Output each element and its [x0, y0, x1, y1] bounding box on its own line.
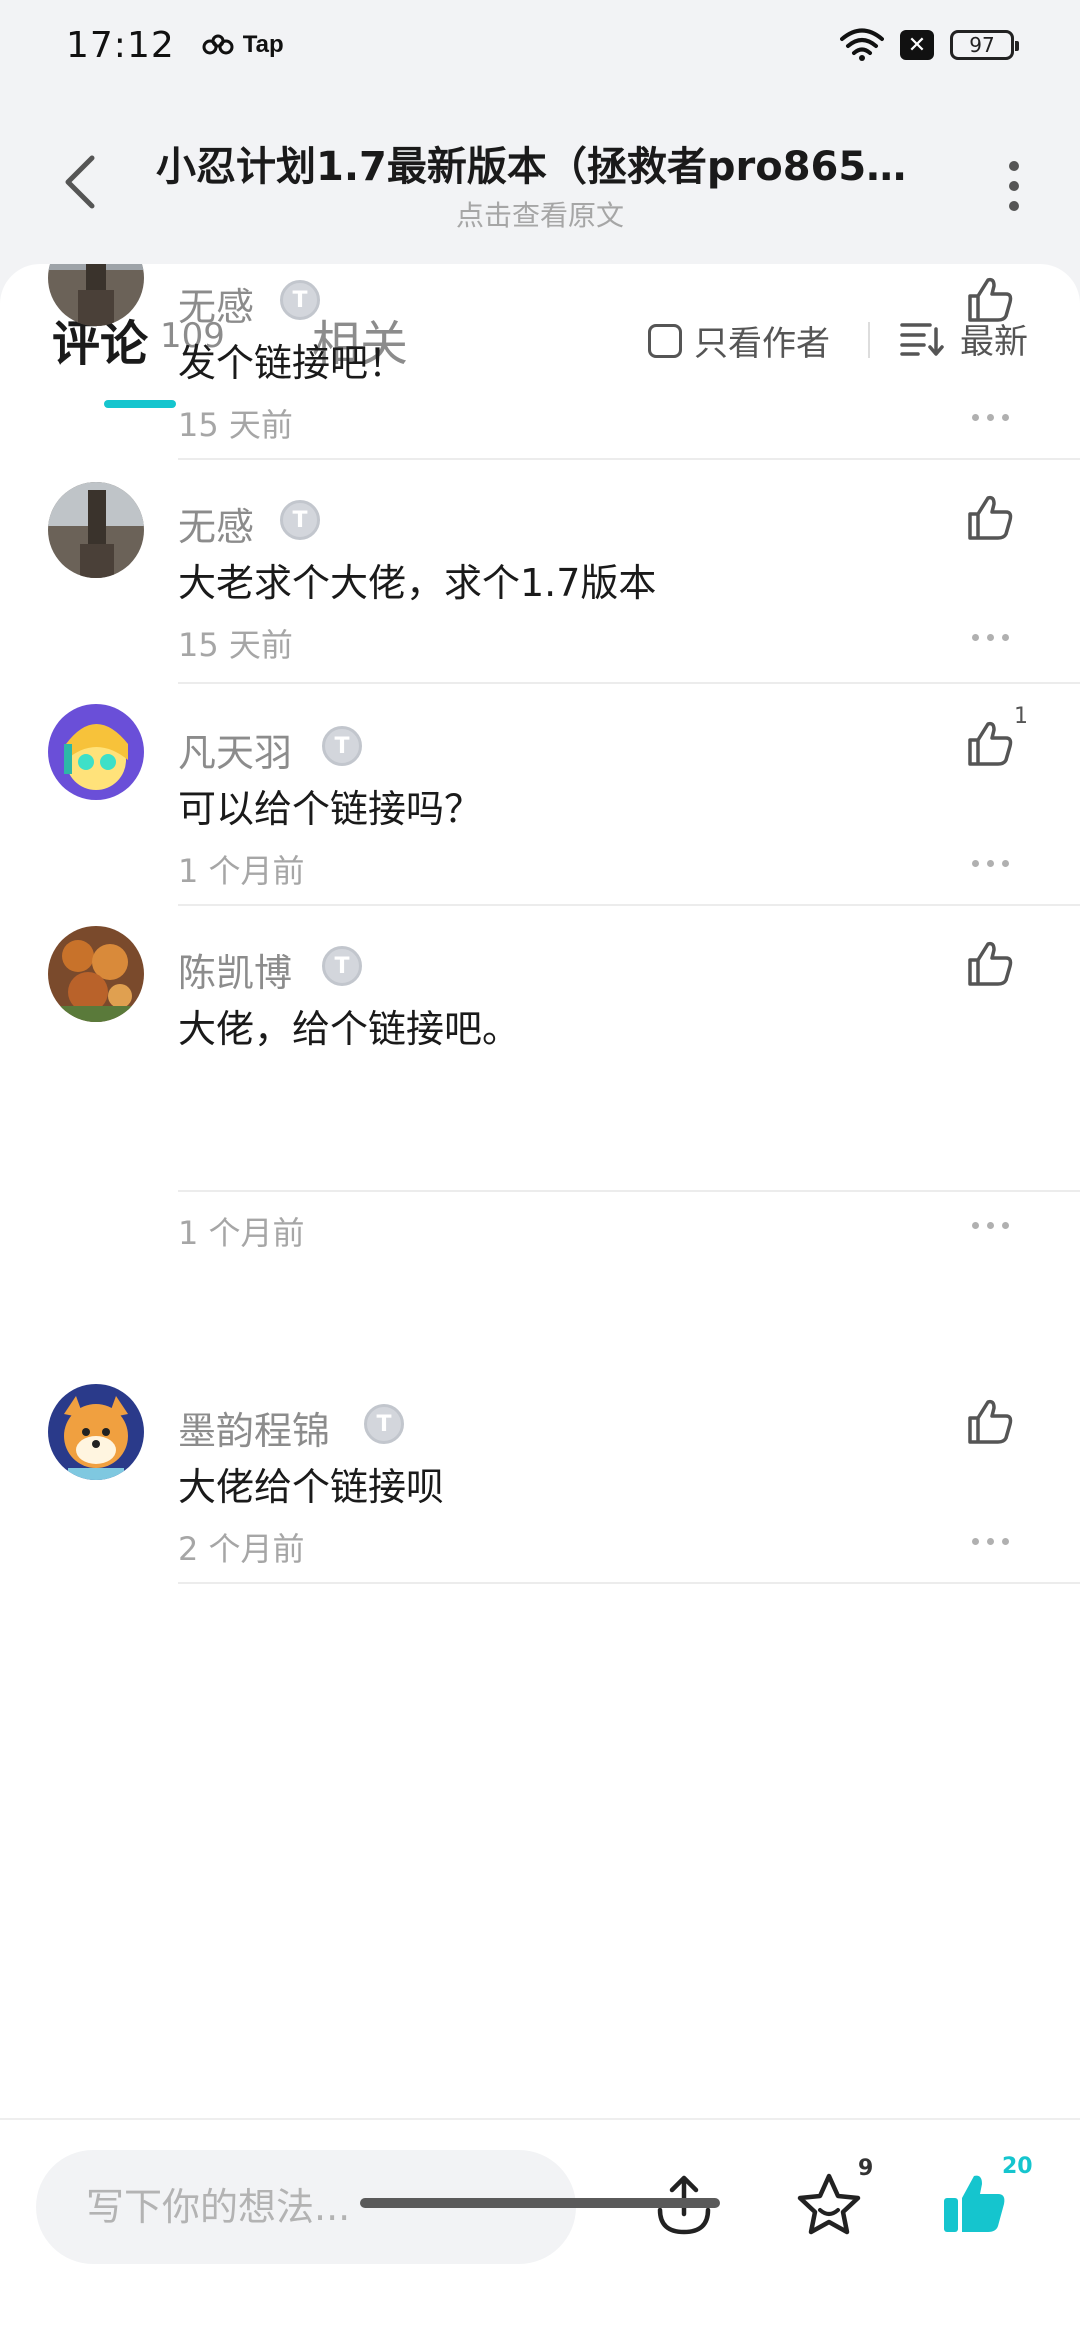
home-indicator[interactable] — [360, 2198, 720, 2208]
battery-icon: 97 — [950, 30, 1019, 60]
avatar[interactable] — [48, 482, 144, 578]
more-horizontal-icon[interactable] — [972, 414, 1009, 421]
avatar[interactable] — [48, 926, 144, 1022]
close-badge-icon: ✕ — [900, 30, 934, 60]
thumbs-up-icon — [968, 277, 1013, 322]
title-bar: 小忍计划1.7最新版本（拯救者pro865p... 点击查看原文 — [0, 110, 1080, 250]
user-level-badge-icon: T — [322, 946, 362, 986]
comment-text: 发个链接吧！ — [178, 341, 407, 385]
comment-item[interactable]: 陈凯博 T 大佬，给个链接吧。 1 个月前 — [0, 904, 1080, 1334]
like-count: 20 — [1002, 2154, 1033, 2179]
user-level-badge-icon: T — [280, 500, 320, 540]
username[interactable]: 陈凯博 — [178, 942, 292, 997]
username[interactable]: 墨韵程锦 — [178, 1400, 330, 1455]
more-vertical-icon[interactable] — [994, 156, 1034, 216]
more-horizontal-icon[interactable] — [972, 634, 1009, 641]
like-button[interactable] — [964, 492, 1016, 544]
avatar[interactable] — [48, 1384, 144, 1480]
comment-time: 1 个月前 — [178, 1214, 305, 1252]
comment-time: 15 天前 — [178, 406, 293, 444]
comment-time: 15 天前 — [178, 626, 293, 664]
comment-text: 可以给个链接吗？ — [178, 787, 483, 831]
status-icons: ✕ 97 — [840, 28, 1019, 62]
like-post-button[interactable] — [940, 2170, 1008, 2238]
favorite-button[interactable] — [794, 2170, 864, 2240]
more-horizontal-icon[interactable] — [972, 860, 1009, 867]
like-count: 1 — [1014, 704, 1028, 729]
avatar[interactable] — [48, 704, 144, 800]
thumbs-up-icon — [968, 721, 1013, 766]
more-horizontal-icon[interactable] — [972, 1222, 1009, 1229]
username[interactable]: 凡天羽 — [178, 722, 292, 777]
comment-text: 大佬给个链接呗 — [178, 1465, 445, 1509]
user-level-badge-icon: T — [280, 280, 320, 320]
like-button[interactable] — [964, 274, 1016, 326]
thumbs-up-icon — [968, 941, 1013, 986]
like-button[interactable] — [964, 1396, 1016, 1448]
username[interactable]: 无感 — [178, 496, 254, 551]
tap-notification: Tap — [201, 31, 284, 59]
comment-time: 2 个月前 — [178, 1530, 305, 1568]
bottom-action-bar: 9 20 — [0, 2118, 1080, 2340]
tap-logo-icon — [202, 34, 234, 55]
comment-text: 大老求个大佬，求个1.7版本 — [178, 561, 657, 605]
status-time: 17:12 — [66, 24, 175, 66]
user-level-badge-icon: T — [364, 1404, 404, 1444]
more-horizontal-icon[interactable] — [972, 1538, 1009, 1545]
comment-divider — [178, 1582, 1080, 1584]
comment-text: 大佬，给个链接吧。 — [178, 1007, 521, 1051]
comments-card: 评论 109 相关 只看作者 最新 无感 T 发个链接吧！ 15 天前 无感 T… — [0, 264, 1080, 2340]
view-original-link[interactable]: 点击查看原文 — [0, 194, 1080, 234]
page-title[interactable]: 小忍计划1.7最新版本（拯救者pro865p... — [156, 134, 926, 192]
thumbs-up-icon — [968, 495, 1013, 540]
username[interactable]: 无感 — [178, 276, 254, 331]
like-button[interactable] — [964, 938, 1016, 990]
favorite-count: 9 — [858, 2156, 874, 2181]
wifi-icon — [840, 28, 884, 61]
comment-divider — [178, 1190, 1080, 1192]
comment-time: 1 个月前 — [178, 852, 305, 890]
user-level-badge-icon: T — [322, 726, 362, 766]
thumbs-up-icon — [968, 1399, 1013, 1444]
like-button[interactable] — [964, 718, 1016, 770]
avatar[interactable] — [48, 264, 144, 326]
status-bar: 17:12 Tap ✕ 97 — [0, 0, 1080, 90]
thumbs-up-filled-icon — [944, 2175, 1005, 2232]
comment-item[interactable]: 墨韵程锦 T 大佬给个链接呗 2 个月前 — [0, 1384, 1080, 1742]
star-icon — [797, 2173, 861, 2235]
tap-label: Tap — [242, 31, 284, 58]
